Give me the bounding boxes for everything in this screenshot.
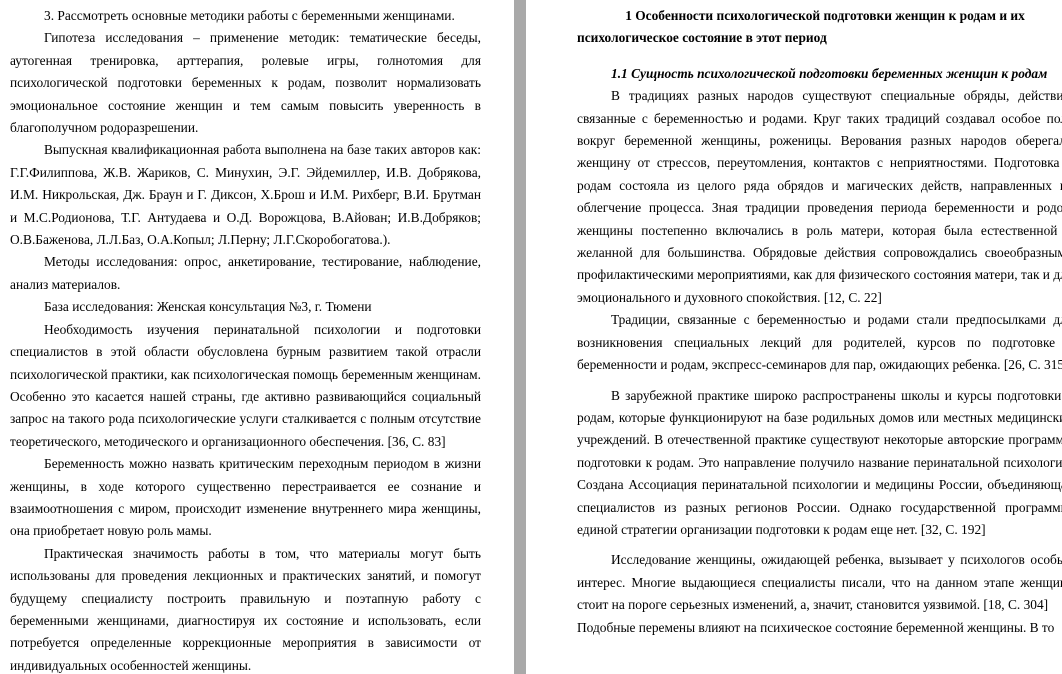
page-gutter <box>514 0 526 674</box>
paragraph-necessity: Необходимость изучения перинатальной пси… <box>10 321 481 449</box>
page-left-text: 3. Рассмотреть основные методики работы … <box>10 5 481 674</box>
paragraph-traditions: В традициях разных народов существуют сп… <box>577 88 1062 305</box>
document-viewport[interactable]: 3. Рассмотреть основные методики работы … <box>0 0 1062 674</box>
paragraph-foreign-practice: В зарубежной практике широко распростран… <box>577 387 1062 537</box>
document-page-left[interactable]: 3. Рассмотреть основные методики работы … <box>0 0 514 674</box>
paragraph-lectures: Традиции, связанные с беременностью и ро… <box>577 312 1062 373</box>
paragraph-task-3: 3. Рассмотреть основные методики работы … <box>44 8 455 23</box>
paragraph-research-base: База исследования: Женская консультация … <box>44 299 372 315</box>
paragraph-pregnancy: Беременность можно назвать критическим п… <box>10 456 481 539</box>
paragraph-methods: Методы исследования: опрос, анкетировани… <box>10 254 481 292</box>
page-right-text: 1 Особенности психологической подготовки… <box>577 5 1062 639</box>
chapter-heading-line-1: 1 Особенности психологической подготовки… <box>625 8 1025 23</box>
paragraph-changes: Подобные перемены влияют на психическое … <box>577 619 1055 635</box>
section-heading: 1.1 Сущность психологической подготовки … <box>611 65 1048 81</box>
paragraph-practical-significance: Практическая значимость работы в том, чт… <box>10 545 481 673</box>
document-page-right[interactable]: 1 Особенности психологической подготовки… <box>526 0 1062 674</box>
chapter-heading-line-2: психологическое состояние в этот период <box>577 30 827 46</box>
paragraph-research-interest: Исследование женщины, ожидающей ребенка,… <box>577 552 1062 613</box>
paragraph-authors: Выпускная квалификационная работа выполн… <box>10 142 481 248</box>
paragraph-hypothesis: Гипотеза исследования – применение метод… <box>10 30 481 136</box>
